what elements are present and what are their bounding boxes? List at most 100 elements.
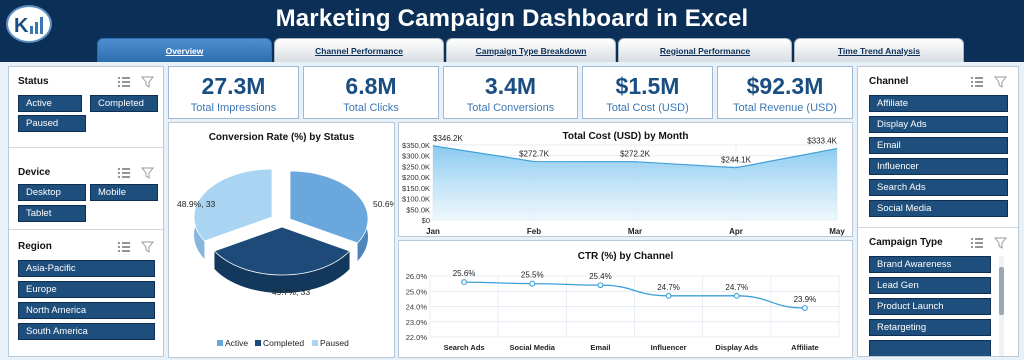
kpi-value: $92.3M xyxy=(746,73,824,99)
ctr-point xyxy=(665,292,672,299)
clear-filter-icon[interactable] xyxy=(993,236,1008,249)
ctr-data-label: 24.7% xyxy=(657,283,680,292)
status-chip-active[interactable]: Active xyxy=(18,95,82,112)
region-chip-north-america[interactable]: North America xyxy=(18,302,155,319)
channel-slicer-title: Channel xyxy=(869,76,909,87)
campaign-chip-retargeting[interactable]: Retargeting xyxy=(869,319,991,336)
ctr-data-label: 25.5% xyxy=(521,271,544,280)
device-slicer-title: Device xyxy=(18,167,51,178)
kpi-value: 27.3M xyxy=(201,73,266,99)
channel-chip-social-media[interactable]: Social Media xyxy=(869,200,1008,217)
campaign-chip-lead-gen[interactable]: Lead Gen xyxy=(869,277,991,294)
kpi-card-cost: $1.5M Total Cost (USD) xyxy=(582,66,713,119)
channel-chip-display-ads[interactable]: Display Ads xyxy=(869,116,1008,133)
ctr-point xyxy=(733,292,740,299)
channel-chip-email[interactable]: Email xyxy=(869,137,1008,154)
x-tick-label: Influencer xyxy=(651,343,687,352)
area-data-label: $346.2K xyxy=(433,134,463,143)
x-tick-label: Email xyxy=(590,343,610,352)
channel-chip-affiliate[interactable]: Affiliate xyxy=(869,95,1008,112)
x-tick-label: Search Ads xyxy=(444,343,485,352)
tab-channel-performance[interactable]: Channel Performance xyxy=(274,38,444,62)
page-title: Marketing Campaign Dashboard in Excel xyxy=(275,5,749,32)
ctr-data-label: 25.6% xyxy=(453,269,476,278)
cost-area-chart: $0 $50.0K$100.0K $150.0K $200.0K $250.0K$300… xyxy=(402,134,845,236)
clear-filter-icon[interactable] xyxy=(140,75,155,88)
pie-data-label: 50.6%, 34 xyxy=(373,199,394,209)
tab-time-trend-analysis[interactable]: Time Trend Analysis xyxy=(794,38,964,62)
legend-entry: Completed xyxy=(263,338,304,348)
area-data-label: $272.7K xyxy=(519,150,549,159)
status-chip-paused[interactable]: Paused xyxy=(18,115,86,132)
region-chip-europe[interactable]: Europe xyxy=(18,281,155,298)
pie-chart: 50.6%, 34 49.7%, 33 48.9%, 33 Active Complet… xyxy=(177,168,394,348)
kpi-value: $1.5M xyxy=(615,73,680,99)
y-tick-label: 26.0% xyxy=(406,272,428,281)
multi-select-icon[interactable] xyxy=(117,240,131,252)
kpi-label: Total Impressions xyxy=(190,102,277,114)
pie-data-label: 48.9%, 33 xyxy=(177,199,216,209)
tab-campaign-type-breakdown[interactable]: Campaign Type Breakdown xyxy=(446,38,616,62)
legend-entry: Paused xyxy=(320,338,349,348)
y-tick-label: 22.0% xyxy=(406,333,428,342)
pie-data-label: 49.7%, 33 xyxy=(272,287,311,297)
area-data-label: $333.4K xyxy=(807,137,837,146)
slicer-scrollbar-thumb[interactable] xyxy=(999,267,1004,315)
kpi-value: 6.8M xyxy=(345,73,397,99)
kpi-card-revenue: $92.3M Total Revenue (USD) xyxy=(717,66,853,119)
region-slicer-title: Region xyxy=(18,241,52,252)
ctr-point xyxy=(529,280,536,287)
campaign-chip-partial[interactable] xyxy=(869,340,991,356)
status-chip-completed[interactable]: Completed xyxy=(90,95,158,112)
legend-entry: Active xyxy=(225,338,248,348)
clear-filter-icon[interactable] xyxy=(140,240,155,253)
tab-regional-performance[interactable]: Regional Performance xyxy=(618,38,792,62)
kpi-label: Total Cost (USD) xyxy=(606,102,689,114)
legend-swatch xyxy=(255,340,261,346)
campaign-chip-product-launch[interactable]: Product Launch xyxy=(869,298,991,315)
multi-select-icon[interactable] xyxy=(117,166,131,178)
ctr-data-label: 24.7% xyxy=(725,283,748,292)
x-tick-label: Mar xyxy=(628,227,642,236)
ctr-point xyxy=(801,305,808,311)
y-tick-label: $200.0K xyxy=(402,173,430,182)
y-tick-label: $350.0K xyxy=(402,141,430,150)
pie-chart-panel: Conversion Rate (%) by Status 50.6%, 344… xyxy=(168,122,395,358)
channel-chip-influencer[interactable]: Influencer xyxy=(869,158,1008,175)
left-slicer-panel: Status Active Completed Paused Device De… xyxy=(8,66,164,357)
x-tick-label: Apr xyxy=(729,227,743,236)
clear-filter-icon[interactable] xyxy=(140,166,155,179)
channel-chip-search-ads[interactable]: Search Ads xyxy=(869,179,1008,196)
campaign-type-slicer-title: Campaign Type xyxy=(869,237,943,248)
campaign-chip-brand-awareness[interactable]: Brand Awareness xyxy=(869,256,991,273)
clear-filter-icon[interactable] xyxy=(993,75,1008,88)
tab-overview[interactable]: Overview xyxy=(97,38,272,62)
kpi-card-impressions: 27.3M Total Impressions xyxy=(168,66,299,119)
pie-slice-active xyxy=(289,170,369,244)
kpi-label: Total Clicks xyxy=(343,102,399,114)
legend-swatch xyxy=(217,340,223,346)
x-tick-label: Social Media xyxy=(510,343,556,352)
multi-select-icon[interactable] xyxy=(970,236,984,248)
x-tick-label: May xyxy=(829,227,845,236)
y-tick-label: $100.0K xyxy=(402,195,430,204)
y-tick-label: $300.0K xyxy=(402,152,430,161)
right-slicer-panel: Channel Affiliate Display Ads Email Infl… xyxy=(857,66,1019,357)
kpi-value: 3.4M xyxy=(484,73,537,99)
device-chip-mobile[interactable]: Mobile xyxy=(90,184,158,201)
multi-select-icon[interactable] xyxy=(970,75,984,87)
ctr-data-label: 23.9% xyxy=(794,295,817,304)
region-chip-south-america[interactable]: South America xyxy=(18,323,155,340)
x-tick-label: Display Ads xyxy=(715,343,758,352)
multi-select-icon[interactable] xyxy=(117,75,131,87)
device-chip-desktop[interactable]: Desktop xyxy=(18,184,86,201)
x-tick-label: Affiliate xyxy=(791,343,819,352)
status-slicer-title: Status xyxy=(18,76,49,87)
area-data-label: $272.2K xyxy=(620,150,650,159)
y-tick-label: $250.0K xyxy=(402,162,430,171)
y-tick-label: $150.0K xyxy=(402,184,430,193)
device-chip-tablet[interactable]: Tablet xyxy=(18,205,86,222)
y-tick-label: $50.0K xyxy=(406,205,430,214)
region-chip-asia-pacific[interactable]: Asia-Pacific xyxy=(18,260,155,277)
legend-swatch xyxy=(312,340,318,346)
